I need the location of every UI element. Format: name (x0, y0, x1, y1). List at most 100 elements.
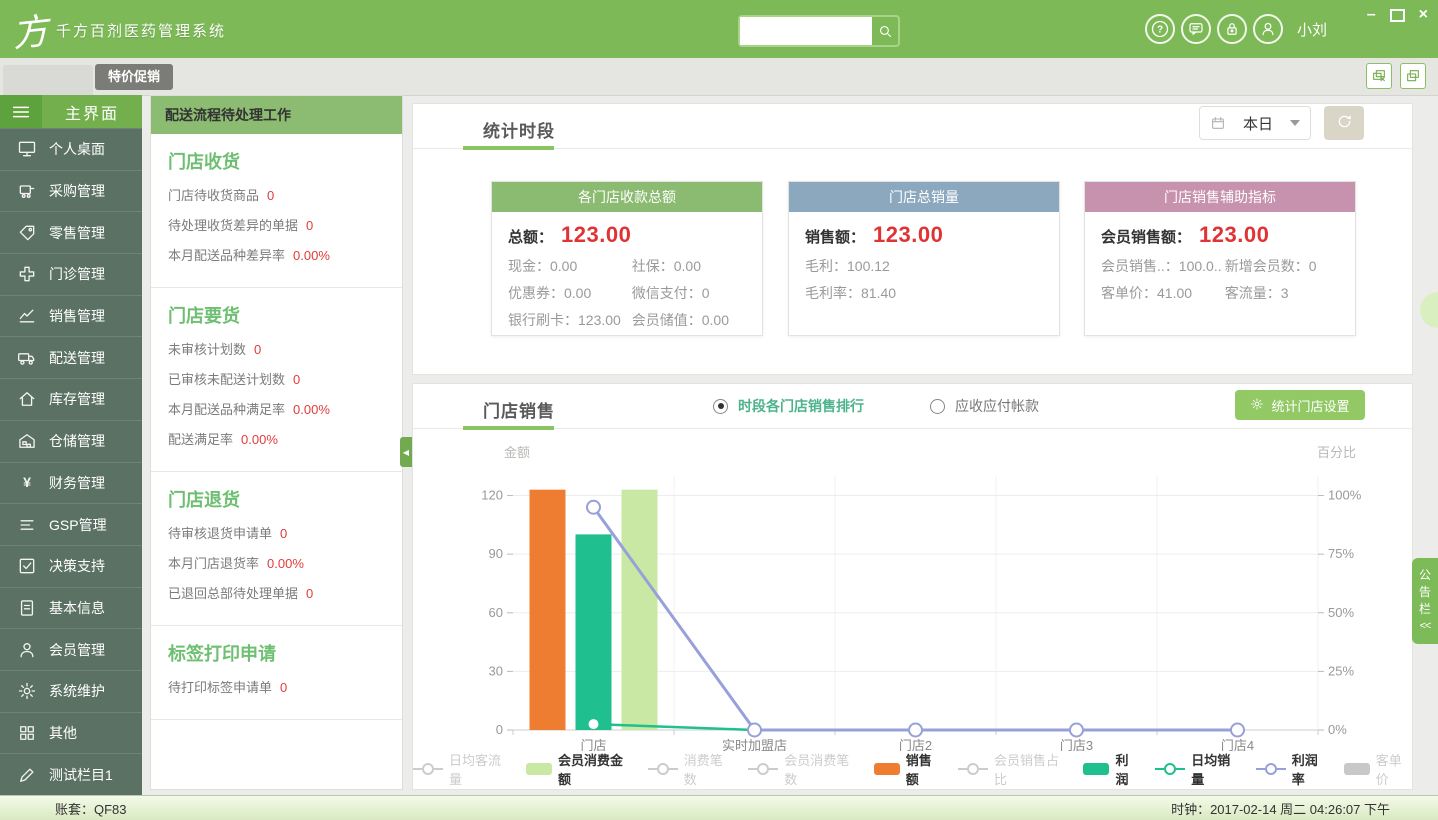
maximize-button[interactable] (1390, 9, 1405, 22)
refresh-button[interactable] (1324, 106, 1364, 140)
sidebar-item[interactable]: ¥财务管理 (0, 462, 142, 504)
legend-label: 销售额 (906, 750, 942, 788)
search-icon[interactable] (872, 17, 898, 45)
calendar-icon (1210, 115, 1226, 131)
clinic-icon (17, 264, 37, 284)
radio-icon[interactable] (713, 399, 728, 414)
task-value: 0.00% (293, 248, 330, 263)
message-icon[interactable] (1181, 14, 1211, 44)
card-detail-cell: 社保：0.00 (632, 256, 746, 276)
period-select[interactable]: 本日 (1199, 106, 1311, 140)
sidebar-item[interactable]: 门诊管理 (0, 253, 142, 295)
task-row[interactable]: 本月门店退货率0.00% (168, 553, 392, 572)
task-section: 标签打印申请待打印标签申请单0 (151, 626, 402, 720)
sidebar-item-label: 财务管理 (49, 473, 105, 493)
task-section-heading: 门店退货 (168, 486, 392, 512)
sidebar-item[interactable]: 库存管理 (0, 378, 142, 420)
task-row[interactable]: 配送满足率0.00% (168, 429, 392, 448)
sidebar-item[interactable]: 配送管理 (0, 336, 142, 378)
svg-text:30: 30 (489, 663, 503, 678)
sidebar-item[interactable]: 会员管理 (0, 628, 142, 670)
floating-helper-button[interactable] (1420, 292, 1438, 328)
user-name[interactable]: 小刘 (1297, 19, 1327, 40)
legend-label: 日均销量 (1191, 750, 1240, 788)
sidebar-item[interactable]: 其他 (0, 712, 142, 754)
task-row[interactable]: 门店待收货商品0 (168, 185, 392, 204)
sidebar-item[interactable]: 决策支持 (0, 545, 142, 587)
user-icon[interactable] (1253, 14, 1283, 44)
legend-item[interactable]: 消费笔数 (648, 750, 733, 788)
legend-item[interactable]: 销售额 (874, 750, 942, 788)
card-detail-row: 毛利：100.12 (805, 256, 1043, 276)
card-detail-row: 会员销售..：100.0..新增会员数：0 (1101, 256, 1339, 276)
task-row[interactable]: 本月配送品种满足率0.00% (168, 399, 392, 418)
notice-tab-char: 栏 (1419, 601, 1431, 618)
task-row[interactable]: 本月配送品种差异率0.00% (168, 245, 392, 264)
task-row[interactable]: 待处理收货差异的单据0 (168, 215, 392, 234)
sidebar-item[interactable]: 基本信息 (0, 587, 142, 629)
legend-item[interactable]: 日均客流量 (413, 750, 510, 788)
store-settings-button[interactable]: 统计门店设置 (1235, 390, 1365, 420)
desktop-icon (17, 139, 37, 159)
sidebar-item[interactable]: 零售管理 (0, 211, 142, 253)
sidebar-item[interactable]: 测试栏目1 (0, 753, 142, 795)
card-main-value: 123.00 (873, 222, 943, 248)
close-button[interactable]: × (1419, 6, 1428, 24)
legend-item[interactable]: 利润率 (1256, 750, 1328, 788)
tab-special-promotion[interactable]: 特价促销 (95, 64, 173, 90)
sidebar-title: 主界面 (42, 95, 142, 128)
sidebar-item-label: 系统维护 (49, 681, 105, 701)
sales-chart: 00%3025%6050%9075%120100%金额百分比门店实时加盟店门店2… (453, 440, 1403, 775)
close-all-windows-icon[interactable] (1366, 63, 1392, 89)
legend-item[interactable]: 日均销量 (1155, 750, 1240, 788)
task-row[interactable]: 未审核计划数0 (168, 339, 392, 358)
sidebar-item[interactable]: 销售管理 (0, 295, 142, 337)
task-value: 0 (267, 188, 274, 203)
help-icon[interactable]: ? (1145, 14, 1175, 44)
radio-option[interactable]: 时段各门店销售排行 (713, 396, 864, 416)
legend-item[interactable]: 客单价 (1344, 750, 1412, 788)
sidebar-item-label: GSP管理 (49, 515, 107, 535)
menu-icon[interactable] (0, 95, 42, 128)
status-bar: 账套：QF83 时钟：2017-02-14 周二 04:26:07 下午 (0, 795, 1438, 820)
legend-item[interactable]: 会员消费笔数 (748, 750, 858, 788)
svg-text:0%: 0% (1328, 722, 1347, 737)
sidebar-item[interactable]: 系统维护 (0, 670, 142, 712)
svg-text:75%: 75% (1328, 546, 1354, 561)
task-row[interactable]: 已退回总部待处理单据0 (168, 583, 392, 602)
task-value: 0 (280, 680, 287, 695)
inactive-tab[interactable] (3, 65, 93, 95)
sidebar-item[interactable]: GSP管理 (0, 503, 142, 545)
tab-tools (1366, 63, 1426, 89)
radio-option[interactable]: 应收应付帐款 (930, 396, 1039, 416)
collapse-panel-arrow[interactable]: ◀ (400, 437, 412, 467)
stats-panel: 统计时段 本日 各门店收款总额总额：123.00现金：0.00社保：0.00优惠… (412, 103, 1413, 375)
card-detail-cell: 微信支付：0 (632, 283, 746, 303)
sidebar-item-label: 基本信息 (49, 598, 105, 618)
minimize-button[interactable]: – (1367, 6, 1376, 24)
notice-board-tab[interactable]: 公告栏<< (1412, 558, 1438, 644)
stat-card-body: 会员销售额：123.00会员销售..：100.0..新增会员数：0客单价：41.… (1085, 212, 1355, 303)
card-detail-row: 毛利率：81.40 (805, 283, 1043, 303)
legend-swatch-icon (1344, 762, 1370, 776)
stat-card-title: 各门店收款总额 (492, 182, 762, 212)
card-detail-cell: 会员销售..：100.0.. (1101, 256, 1225, 276)
legend-item[interactable]: 会员消费金额 (526, 750, 632, 788)
sidebar-item[interactable]: 仓储管理 (0, 420, 142, 462)
task-row[interactable]: 待审核退货申请单0 (168, 523, 392, 542)
header-icon-group: ? 小刘 (1145, 14, 1327, 44)
legend-line-icon (1256, 762, 1286, 776)
sidebar-item[interactable]: 采购管理 (0, 170, 142, 212)
radio-icon[interactable] (930, 399, 945, 414)
card-main-value: 123.00 (561, 222, 631, 248)
search-input[interactable] (740, 17, 872, 45)
legend-item[interactable]: 利润 (1083, 750, 1139, 788)
task-row[interactable]: 已审核未配送计划数0 (168, 369, 392, 388)
sidebar-item[interactable]: 个人桌面 (0, 128, 142, 170)
task-row[interactable]: 待打印标签申请单0 (168, 677, 392, 696)
task-value: 0 (254, 342, 261, 357)
cascade-windows-icon[interactable] (1400, 63, 1426, 89)
task-label: 配送满足率 (168, 432, 233, 447)
lock-icon[interactable] (1217, 14, 1247, 44)
legend-item[interactable]: 会员销售占比 (958, 750, 1068, 788)
